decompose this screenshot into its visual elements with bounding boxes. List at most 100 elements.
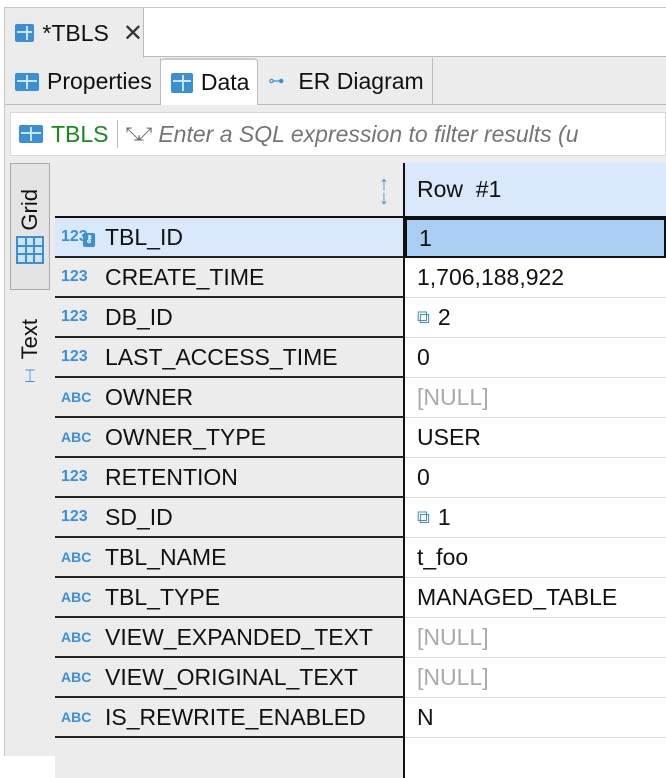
type-label: ABC bbox=[61, 669, 92, 685]
table-row[interactable]: 123 SD_ID ⧉ 1 bbox=[55, 498, 666, 538]
row-header[interactable]: ABC OWNER bbox=[55, 378, 405, 418]
tab-text[interactable]: Text ⌶ bbox=[10, 298, 50, 408]
field-name: DB_ID bbox=[105, 303, 173, 330]
number-type-icon: 123 bbox=[61, 508, 105, 526]
link-icon[interactable]: ⧉ bbox=[417, 307, 430, 328]
type-label: 123 bbox=[61, 348, 88, 365]
cell-value[interactable]: 0 bbox=[405, 458, 666, 498]
sort-icon[interactable]: ↑ ↓ bbox=[379, 174, 389, 208]
expand-icon[interactable]: ⤡⤢ bbox=[126, 124, 153, 145]
cell-value[interactable]: [NULL] bbox=[405, 658, 666, 698]
table-row[interactable]: ABC TBL_TYPE MANAGED_TABLE bbox=[55, 578, 666, 618]
table-row[interactable]: ABC VIEW_ORIGINAL_TEXT [NULL] bbox=[55, 658, 666, 698]
cell-value[interactable]: [NULL] bbox=[405, 378, 666, 418]
value-text: 2 bbox=[437, 304, 451, 330]
cell-value[interactable]: 0 bbox=[405, 338, 666, 378]
row-header[interactable]: 123 LAST_ACCESS_TIME bbox=[55, 338, 405, 378]
field-name: IS_REWRITE_ENABLED bbox=[105, 703, 366, 730]
field-name: VIEW_ORIGINAL_TEXT bbox=[105, 663, 359, 690]
tab-label: ER Diagram bbox=[298, 68, 424, 94]
cell-value[interactable]: ⧉ 1 bbox=[405, 498, 666, 538]
type-label: ABC bbox=[61, 549, 92, 565]
tab-properties[interactable]: Properties bbox=[5, 58, 161, 105]
empty-row bbox=[55, 738, 666, 778]
cell-value[interactable]: t_foo bbox=[405, 538, 666, 578]
type-label: ABC bbox=[61, 709, 92, 725]
row-header[interactable]: ABC IS_REWRITE_ENABLED bbox=[55, 698, 405, 738]
filter-input[interactable] bbox=[158, 120, 665, 148]
table-row[interactable]: 123 CREATE_TIME 1,706,188,922 bbox=[55, 258, 666, 298]
link-icon[interactable]: ⧉ bbox=[417, 507, 430, 528]
tab-data[interactable]: Data bbox=[160, 58, 259, 105]
cell-value[interactable]: ⧉ 2 bbox=[405, 298, 666, 338]
filter-bar: TBLS ⤡⤢ bbox=[10, 112, 666, 156]
string-type-icon: ABC bbox=[61, 669, 105, 685]
table-row[interactable]: 123 LAST_ACCESS_TIME 0 bbox=[55, 338, 666, 378]
data-icon bbox=[170, 72, 193, 93]
number-type-icon: 123 bbox=[61, 468, 105, 486]
table-row[interactable]: ABC IS_REWRITE_ENABLED N bbox=[55, 698, 666, 738]
table-row[interactable]: ABC OWNER [NULL] bbox=[55, 378, 666, 418]
grid-icon bbox=[16, 236, 44, 265]
field-name: OWNER bbox=[105, 383, 194, 410]
field-name: VIEW_EXPANDED_TEXT bbox=[105, 623, 373, 650]
row-header[interactable]: 123 ⚷ TBL_ID bbox=[55, 218, 405, 258]
row-header[interactable]: ABC TBL_TYPE bbox=[55, 578, 405, 618]
table-row[interactable]: ABC VIEW_EXPANDED_TEXT [NULL] bbox=[55, 618, 666, 658]
column-header[interactable]: Row #1 bbox=[405, 163, 666, 216]
field-name: LAST_ACCESS_TIME bbox=[105, 343, 338, 370]
string-type-icon: ABC bbox=[61, 629, 105, 645]
table-icon bbox=[15, 24, 35, 42]
cell-value[interactable]: N bbox=[405, 698, 666, 738]
value-text: USER bbox=[417, 424, 481, 450]
close-icon[interactable]: ✕ bbox=[123, 19, 143, 48]
row-header[interactable]: 123 SD_ID bbox=[55, 498, 405, 538]
row-header[interactable]: ABC VIEW_EXPANDED_TEXT bbox=[55, 618, 405, 658]
table-row[interactable]: 123 DB_ID ⧉ 2 bbox=[55, 298, 666, 338]
row-header[interactable]: ABC OWNER_TYPE bbox=[55, 418, 405, 458]
value-text: 1 bbox=[419, 224, 432, 251]
value-text: MANAGED_TABLE bbox=[417, 584, 618, 610]
tab-er-diagram[interactable]: ⊶ ER Diagram bbox=[258, 58, 433, 105]
value-text: N bbox=[417, 704, 434, 730]
text-icon: ⌶ bbox=[24, 365, 36, 386]
type-label: ABC bbox=[61, 389, 92, 405]
number-type-icon: 123 bbox=[61, 308, 105, 326]
string-type-icon: ABC bbox=[61, 429, 105, 445]
value-text: [NULL] bbox=[417, 384, 489, 410]
cell-value[interactable]: MANAGED_TABLE bbox=[405, 578, 666, 618]
header-corner: ↑ ↓ bbox=[55, 163, 405, 216]
results-grid: ↑ ↓ Row #1 123 ⚷ TBL_ID 1 123 CREATE_TIME 1,706… bbox=[55, 163, 666, 778]
row-header[interactable]: 123 CREATE_TIME bbox=[55, 258, 405, 298]
editor-tab-tbls[interactable]: *TBLS ✕ bbox=[5, 8, 144, 58]
type-label: 123 bbox=[61, 268, 88, 285]
cell-value[interactable]: 1 bbox=[405, 218, 666, 258]
row-header[interactable]: 123 DB_ID bbox=[55, 298, 405, 338]
type-label: ABC bbox=[61, 629, 92, 645]
er-diagram-icon: ⊶ bbox=[268, 72, 285, 90]
row-header[interactable]: ABC TBL_NAME bbox=[55, 538, 405, 578]
value-text: [NULL] bbox=[417, 624, 489, 650]
cell-value[interactable]: [NULL] bbox=[405, 618, 666, 658]
cell bbox=[405, 738, 666, 778]
row-header[interactable]: ABC VIEW_ORIGINAL_TEXT bbox=[55, 658, 405, 698]
value-text: 1,706,188,922 bbox=[417, 264, 565, 290]
string-type-icon: ABC bbox=[61, 549, 105, 565]
table-row[interactable]: ABC TBL_NAME t_foo bbox=[55, 538, 666, 578]
entity-name[interactable]: TBLS bbox=[51, 121, 109, 148]
key-icon: ⚷ bbox=[83, 233, 95, 247]
type-label: 123 bbox=[61, 508, 88, 525]
grid-header: ↑ ↓ Row #1 bbox=[55, 163, 666, 218]
value-text: 0 bbox=[417, 344, 430, 370]
table-row[interactable]: 123 RETENTION 0 bbox=[55, 458, 666, 498]
cell-value[interactable]: USER bbox=[405, 418, 666, 458]
table-row[interactable]: ABC OWNER_TYPE USER bbox=[55, 418, 666, 458]
string-type-icon: ABC bbox=[61, 389, 105, 405]
string-type-icon: ABC bbox=[61, 709, 105, 725]
table-row[interactable]: 123 ⚷ TBL_ID 1 bbox=[55, 218, 666, 258]
cell-value[interactable]: 1,706,188,922 bbox=[405, 258, 666, 298]
row-header[interactable]: 123 RETENTION bbox=[55, 458, 405, 498]
type-label: ABC bbox=[61, 589, 92, 605]
tab-grid[interactable]: Grid bbox=[10, 163, 50, 290]
tab-label: Properties bbox=[47, 68, 152, 94]
